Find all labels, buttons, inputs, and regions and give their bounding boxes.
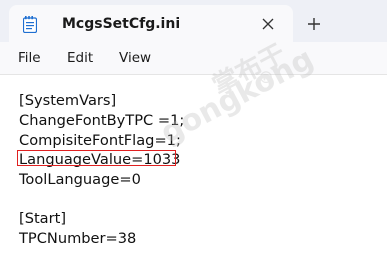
notepad-file-icon [22, 16, 38, 34]
new-tab-plus-icon[interactable] [303, 13, 325, 35]
tab-bar: McgsSetCfg.ini [0, 0, 387, 42]
editor-line-language-value: LanguageValue=1033 [19, 151, 181, 168]
menu-edit[interactable]: Edit [67, 50, 93, 66]
editor-line: [SystemVars] [19, 92, 117, 109]
menu-view[interactable]: View [119, 50, 151, 66]
editor-line: TPCNumber=38 [19, 230, 137, 247]
tab-title: McgsSetCfg.ini [62, 16, 181, 32]
editor-line: [Start] [19, 210, 67, 227]
menu-bar: File Edit View [0, 42, 387, 75]
editor-line: CompisiteFontFlag=1; [19, 132, 181, 149]
tab-mcgssetcfg[interactable]: McgsSetCfg.ini [9, 5, 293, 42]
editor-line: ToolLanguage=0 [19, 171, 141, 188]
editor-line: ChangeFontByTPC =1; [19, 112, 185, 129]
close-icon[interactable] [258, 14, 278, 34]
text-editor[interactable]: [SystemVars] ChangeFontByTPC =1; Compisi… [0, 75, 387, 262]
menu-file[interactable]: File [18, 50, 41, 66]
notepad-window: McgsSetCfg.ini File Edit View [SystemVar… [0, 0, 387, 262]
